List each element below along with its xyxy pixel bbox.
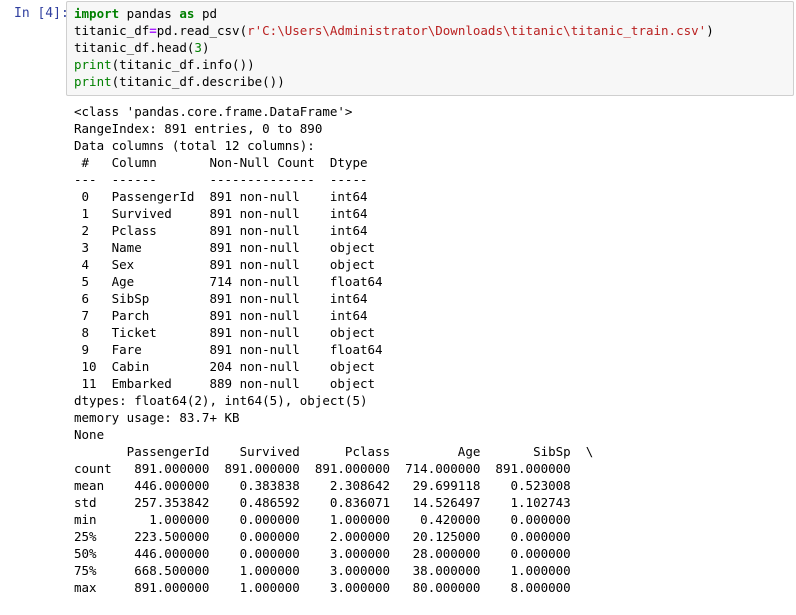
output-line: 9 Fare 891 non-null float64 [74, 342, 383, 357]
function-call: pd.read_csv( [156, 23, 248, 38]
output-line: 7 Parch 891 non-null int64 [74, 308, 383, 323]
module-name: pandas [119, 6, 180, 21]
print-args: (titanic_df.info()) [111, 57, 255, 72]
builtin-print: print [74, 57, 112, 72]
output-line: 6 SibSp 891 non-null int64 [74, 291, 383, 306]
output-line: 2 Pclass 891 non-null int64 [74, 223, 383, 238]
code-line-3: titanic_df.head(3) [74, 39, 714, 56]
output-line: 50% 446.000000 0.000000 3.000000 28.0000… [74, 546, 594, 561]
output-line: 75% 668.500000 1.000000 3.000000 38.0000… [74, 563, 594, 578]
output-line: 0 PassengerId 891 non-null int64 [74, 189, 383, 204]
output-line: memory usage: 83.7+ KB [74, 410, 240, 425]
output-line: # Column Non-Null Count Dtype [74, 155, 383, 170]
string-literal: r'C:\Users\Administrator\Downloads\titan… [247, 23, 707, 38]
output-line: dtypes: float64(2), int64(5), object(5) [74, 393, 368, 408]
code-line-5: print(titanic_df.describe()) [74, 73, 714, 90]
print-args: (titanic_df.describe()) [111, 74, 285, 89]
output-line: min 1.000000 0.000000 1.000000 0.420000 … [74, 512, 594, 527]
close-paren: ) [201, 40, 210, 55]
output-line: max 891.000000 1.000000 3.000000 80.0000… [74, 580, 594, 595]
output-line: --- ------ -------------- ----- [74, 172, 383, 187]
output-line: 10 Cabin 204 non-null object [74, 359, 383, 374]
number-literal: 3 [194, 40, 202, 55]
output-line: mean 446.000000 0.383838 2.308642 29.699… [74, 478, 594, 493]
output-line: 5 Age 714 non-null float64 [74, 274, 383, 289]
output-line: 3 Name 891 non-null object [74, 240, 383, 255]
output-line: 1 Survived 891 non-null int64 [74, 206, 383, 221]
builtin-print: print [74, 74, 112, 89]
output-line: std 257.353842 0.486592 0.836071 14.5264… [74, 495, 594, 510]
variable-name: titanic_df [74, 23, 150, 38]
output-line: RangeIndex: 891 entries, 0 to 890 [74, 121, 323, 136]
assign-operator: = [149, 23, 157, 38]
output-line: 8 Ticket 891 non-null object [74, 325, 383, 340]
code-input-cell[interactable]: import pandas as pd titanic_df=pd.read_cs… [66, 1, 794, 96]
output-line: 25% 223.500000 0.000000 2.000000 20.1250… [74, 529, 594, 544]
cell-output: <class 'pandas.core.frame.DataFrame'> Ran… [74, 103, 593, 596]
output-line: None [74, 427, 105, 442]
output-line: Data columns (total 12 columns): [74, 138, 315, 153]
code-line-4: print(titanic_df.info()) [74, 56, 714, 73]
keyword-as: as [179, 6, 195, 21]
keyword-import: import [74, 6, 120, 21]
code-line-2: titanic_df=pd.read_csv(r'C:\Users\Admini… [74, 22, 714, 39]
output-line: count 891.000000 891.000000 891.000000 7… [74, 461, 594, 476]
code-editor[interactable]: import pandas as pd titanic_df=pd.read_cs… [74, 5, 714, 90]
output-line: 4 Sex 891 non-null object [74, 257, 383, 272]
close-paren: ) [706, 23, 714, 38]
code-line-1: import pandas as pd [74, 5, 714, 22]
output-line: <class 'pandas.core.frame.DataFrame'> [74, 104, 353, 119]
output-line: PassengerId Survived Pclass Age SibSp \ [74, 444, 594, 459]
head-call: titanic_df.head( [74, 40, 195, 55]
cell-prompt: In [4]: [14, 6, 69, 21]
output-line: 11 Embarked 889 non-null object [74, 376, 383, 391]
module-alias: pd [194, 6, 218, 21]
